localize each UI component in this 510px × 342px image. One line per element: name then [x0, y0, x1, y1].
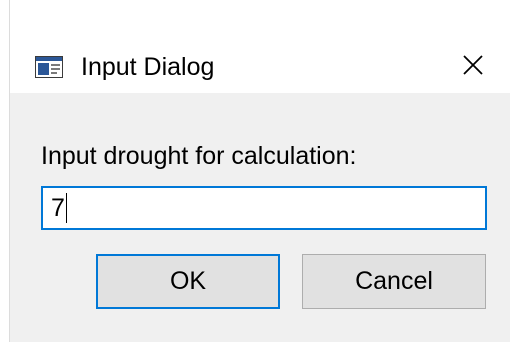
- ok-button-label: OK: [169, 267, 207, 295]
- text-caret: [65, 193, 67, 223]
- close-button[interactable]: [450, 44, 496, 90]
- screen: Input Dialog Input drought for calculati…: [0, 0, 510, 342]
- title-bar[interactable]: Input Dialog: [10, 0, 510, 93]
- input-dialog: Input Dialog Input drought for calculati…: [9, 0, 510, 342]
- close-icon: [462, 54, 484, 81]
- value-input[interactable]: 7: [41, 186, 487, 230]
- window-app-icon: [35, 56, 63, 78]
- ok-button[interactable]: OK: [96, 254, 280, 309]
- input-value: 7: [51, 194, 65, 222]
- cancel-button[interactable]: Cancel: [302, 254, 486, 309]
- window-title: Input Dialog: [81, 53, 215, 81]
- cancel-button-label: Cancel: [355, 267, 433, 295]
- prompt-label: Input drought for calculation:: [41, 142, 357, 170]
